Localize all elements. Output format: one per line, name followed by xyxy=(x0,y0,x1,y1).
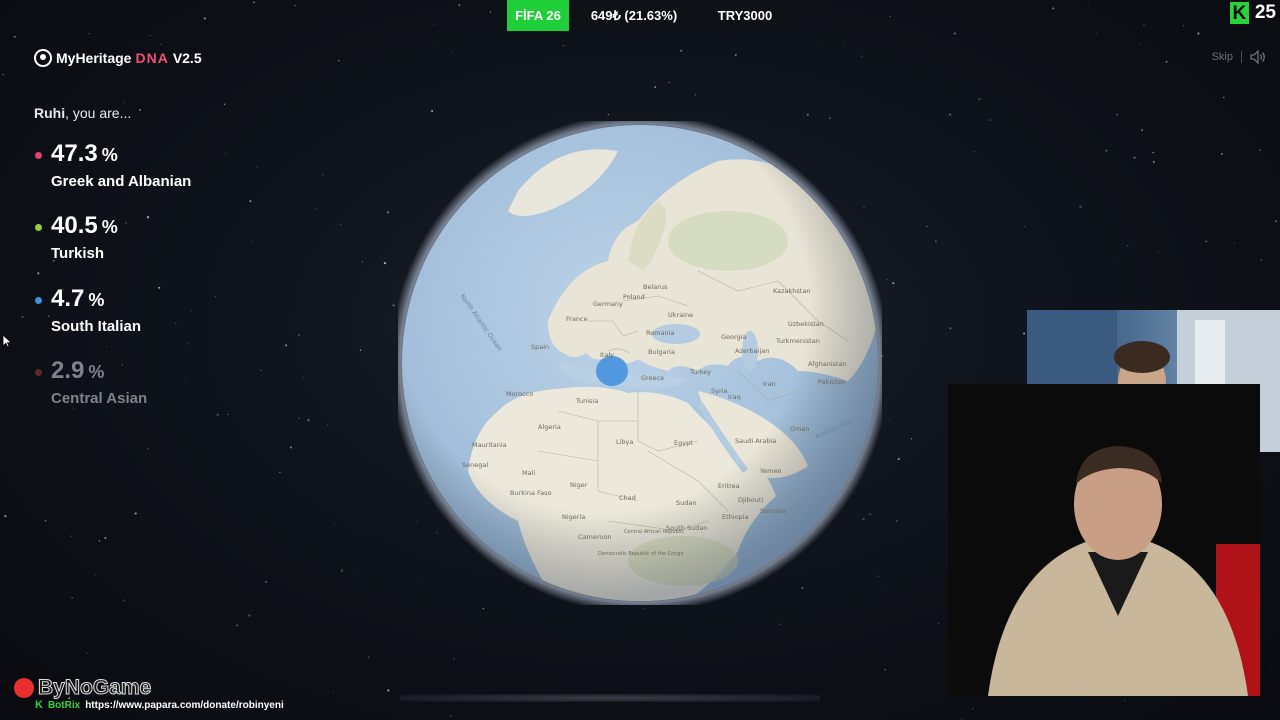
ethnicity-percent: 40.5% xyxy=(51,212,118,239)
chat-text[interactable]: https://www.papara.com/donate/robinyeni xyxy=(85,700,284,711)
svg-text:Mauritania: Mauritania xyxy=(472,441,507,449)
svg-text:Morocco: Morocco xyxy=(506,390,533,398)
svg-text:Iran: Iran xyxy=(763,380,776,388)
svg-text:Democratic Republic of the Con: Democratic Republic of the Congo xyxy=(598,551,684,557)
ethnicity-percent: 2.9% xyxy=(51,357,105,384)
ethnicity-color-dot xyxy=(35,224,42,231)
svg-text:France: France xyxy=(566,315,588,323)
svg-text:Uzbekistan: Uzbekistan xyxy=(788,320,824,328)
svg-text:Pakistan: Pakistan xyxy=(818,378,845,386)
svg-text:Somalia: Somalia xyxy=(760,507,786,515)
ethnicity-color-dot xyxy=(35,152,42,159)
svg-text:Oman: Oman xyxy=(790,425,810,433)
playback-controls: Skip xyxy=(1212,50,1266,64)
svg-text:Niger: Niger xyxy=(570,481,588,489)
bottom-glow xyxy=(400,694,820,702)
svg-text:Ethiopia: Ethiopia xyxy=(722,513,748,521)
viewer-count-badge: K 25 xyxy=(1229,2,1276,24)
ethnicity-name: Greek and Albanian xyxy=(51,173,192,190)
svg-text:Yemen: Yemen xyxy=(759,467,782,475)
ethnicity-name: South Italian xyxy=(51,318,141,335)
ethnicity-percent: 4.7% xyxy=(51,285,105,312)
ethnicity-color-dot xyxy=(35,369,42,376)
greeting-suffix: , you are... xyxy=(65,105,132,121)
svg-text:Ukraine: Ukraine xyxy=(668,311,693,319)
svg-text:Iraq: Iraq xyxy=(728,393,741,401)
stream-info-bar: FİFA 26 649₺ (21.63%) TRY3000 xyxy=(507,0,791,31)
svg-text:Eritrea: Eritrea xyxy=(718,482,740,490)
svg-text:Chad: Chad xyxy=(619,494,636,502)
webcam-streamer xyxy=(948,384,1260,696)
svg-text:Italy: Italy xyxy=(600,351,614,359)
svg-text:Tunisia: Tunisia xyxy=(575,397,598,405)
svg-text:Germany: Germany xyxy=(593,300,623,308)
myheritage-logo-icon xyxy=(34,49,52,67)
svg-text:Turkey: Turkey xyxy=(689,368,711,376)
ethnicity-percent: 47.3% xyxy=(51,140,118,167)
svg-text:Cameroon: Cameroon xyxy=(578,533,611,541)
donation-goal: TRY3000 xyxy=(717,8,773,23)
svg-text:Georgia: Georgia xyxy=(721,333,747,341)
user-name: Ruhi xyxy=(34,105,66,121)
svg-text:Kazakhstan: Kazakhstan xyxy=(773,287,810,295)
svg-text:Bulgaria: Bulgaria xyxy=(648,348,675,356)
speaker-icon[interactable] xyxy=(1250,50,1266,64)
svg-text:Spain: Spain xyxy=(531,343,549,351)
svg-text:Romania: Romania xyxy=(646,329,674,337)
kick-chat-icon: K xyxy=(35,699,43,711)
ethnicity-name: Central Asian xyxy=(51,390,148,407)
svg-text:Poland: Poland xyxy=(623,293,645,301)
chat-message: K BotRix https://www.papara.com/donate/r… xyxy=(35,699,284,711)
stream-frame: FİFA 26 649₺ (21.63%) TRY3000 K 25 MyHer… xyxy=(0,0,1280,720)
svg-text:Libya: Libya xyxy=(616,438,633,446)
results-greeting: Ruhi, you are... xyxy=(34,105,131,121)
svg-text:Nigeria: Nigeria xyxy=(562,513,585,521)
svg-text:Azerbaijan: Azerbaijan xyxy=(735,347,769,355)
svg-text:Mali: Mali xyxy=(522,469,535,477)
ethnicity-name: Turkish xyxy=(51,245,105,262)
chat-username[interactable]: BotRix xyxy=(48,700,80,711)
svg-text:Senegal: Senegal xyxy=(462,461,488,469)
control-divider xyxy=(1241,51,1242,63)
logo-brand: MyHeritage xyxy=(56,50,132,66)
sponsor-logo: ByNoGame xyxy=(14,676,152,700)
kick-logo-icon: K xyxy=(1229,2,1249,24)
svg-text:Belarus: Belarus xyxy=(643,283,668,291)
svg-text:Djibouti: Djibouti xyxy=(738,496,763,504)
svg-text:Afghanistan: Afghanistan xyxy=(808,360,847,368)
world-globe-map[interactable]: North Atlantic Ocean Arabian Sea Spain F… xyxy=(398,121,882,605)
svg-text:Algeria: Algeria xyxy=(538,423,561,431)
svg-text:Egypt: Egypt xyxy=(674,439,693,447)
sponsor-name: ByNoGame xyxy=(37,676,152,700)
viewer-count: 25 xyxy=(1254,2,1276,23)
svg-text:Greece: Greece xyxy=(641,374,664,382)
logo-product: DNA xyxy=(135,50,169,66)
game-tag: FİFA 26 xyxy=(507,0,569,31)
bynogame-logo-icon xyxy=(14,678,34,698)
logo-version: V2.5 xyxy=(172,50,202,66)
mouse-cursor-icon xyxy=(2,334,12,348)
svg-text:Sudan: Sudan xyxy=(676,499,696,507)
skip-button[interactable]: Skip xyxy=(1212,51,1233,63)
svg-text:Burkina Faso: Burkina Faso xyxy=(510,489,552,497)
myheritage-logo: MyHeritage DNA V2.5 xyxy=(34,49,202,67)
svg-text:Central African Republic: Central African Republic xyxy=(624,529,684,535)
svg-text:Saudi Arabia: Saudi Arabia xyxy=(735,437,776,445)
ethnicity-color-dot xyxy=(35,297,42,304)
svg-text:Syria: Syria xyxy=(711,387,727,395)
svg-text:Turkmenistan: Turkmenistan xyxy=(775,337,820,345)
donation-progress: 649₺ (21.63%) xyxy=(590,7,678,23)
